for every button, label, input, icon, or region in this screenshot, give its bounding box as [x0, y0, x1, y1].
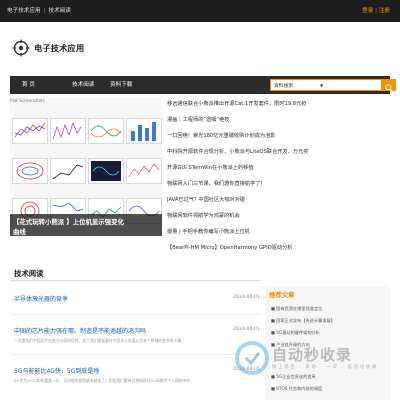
slide-caption-line2: 曲线: [13, 228, 26, 236]
login-link[interactable]: 登录: [362, 8, 373, 14]
plot-thumbnail: [88, 158, 124, 184]
section-divider: [10, 280, 260, 281]
recommend-item[interactable]: ■ 5G基站的硬件架构分析: [271, 330, 387, 336]
watermark: 自动秒收录 做上排名 · 来访 · 一次 · 自动化收录: [232, 338, 397, 378]
top-link-reading[interactable]: 技术阅读: [48, 8, 70, 14]
slide-caption[interactable]: 【花式玩转小熊派 】上位机显示强变化 曲线: [10, 214, 162, 236]
search-button[interactable]: [382, 79, 396, 92]
nav-item-home[interactable]: 首 页: [22, 76, 35, 94]
search-icon: [385, 84, 393, 92]
watermark-subtext: 做上排名 · 来访 · 一次 · 自动化收录: [272, 365, 378, 370]
article-title[interactable]: 5G与能能比4G快，5G到底是啥: [14, 366, 99, 375]
article-date: 2024-06-01: [233, 295, 260, 300]
watermark-text: 自动秒收录: [272, 346, 353, 364]
nav-item-reading[interactable]: 技术阅读: [72, 76, 94, 94]
search-input[interactable]: 资料搜索 ▼: [270, 79, 382, 91]
news-item[interactable]: 物联网软件领航学为鸿蒙的机会: [167, 212, 397, 219]
news-item[interactable]: JAVA已过气? 中国社区大咖对对碰: [167, 196, 397, 203]
recommend-item[interactable]: ■ RTOS 任务和内核的调度: [271, 386, 387, 392]
news-item[interactable]: 【BearPi-HM Micro】OpenHarmony GPIO驱动分析: [167, 244, 397, 251]
plot-thumbnail: [12, 158, 48, 184]
article-summary: 一文看我们中国芯片在能力方面的优势，这个我们需要看在中国本土发展以及各个领域的更…: [14, 338, 182, 343]
article-title[interactable]: 半导体激光器的竞争: [14, 294, 68, 303]
logo-icon: [12, 39, 30, 57]
article-item[interactable]: 5G与能能比4G快，5G到底是啥 2024-06-01 5G作为2020年的重要…: [14, 366, 260, 388]
register-link[interactable]: 注册: [379, 8, 390, 14]
article-item[interactable]: 半导体激光器的竞争 2024-06-01: [14, 294, 260, 308]
logo-text: 电子技术应用: [34, 43, 85, 53]
section-title: 技术阅读: [14, 269, 44, 278]
slide-caption-line1: 【花式玩转小熊派 】上位机显示强变化: [13, 218, 124, 226]
news-item[interactable]: 移远通信联合小熊派推出开源Cat.1开发套件，限时19.8元抢: [167, 100, 397, 107]
plot-thumbnail: [126, 158, 162, 184]
slide-header: Plot Screenshots: [10, 98, 45, 103]
featured-slider[interactable]: Plot Screenshots 【花式玩转小熊派 】上位机显示强变化 曲线: [10, 98, 162, 236]
plot-thumbnail: [50, 158, 86, 184]
news-item[interactable]: 漫画｜工程师的“遗嘱”绝技: [167, 116, 397, 123]
site-logo[interactable]: 电子技术应用: [12, 38, 84, 58]
news-item[interactable]: 摄量 | 手把手教你编写小熊派上位机: [167, 228, 397, 235]
plot-thumbnail: [88, 118, 124, 144]
top-bar: 电子技术应用 | 技术阅读 登录 | 注册: [0, 0, 400, 22]
news-item[interactable]: 一口回绝！索光180亿元重磅收购计划成为泡影: [167, 132, 397, 139]
top-link-home[interactable]: 电子技术应用: [7, 8, 41, 14]
top-links: 电子技术应用 | 技术阅读: [7, 6, 71, 14]
nav-item-downloads[interactable]: 资料下载: [110, 76, 132, 94]
news-item[interactable]: 中科院开源软件合规分析、小熊派与LiteOS联合开发、万元奖: [167, 148, 397, 155]
plot-thumbnail: [126, 118, 162, 144]
article-divider: [10, 314, 260, 315]
article-item[interactable]: 中国的芯片能力强在哪、制造是不能逾越的鸿沟吗 2024-06-01 一文看我们中…: [14, 326, 260, 348]
recommend-item[interactable]: ■ 国家正式发布【先进计算发展】: [271, 318, 387, 324]
search-select-label[interactable]: 资料搜索: [274, 82, 293, 89]
watermark-logo-icon: [235, 341, 269, 375]
top-link-divider: |: [43, 8, 46, 14]
chevron-down-icon: ▼: [320, 83, 324, 88]
plot-thumbnail: [50, 118, 86, 144]
article-title[interactable]: 中国的芯片能力强在哪、制造是不能逾越的鸿沟吗: [14, 326, 146, 335]
news-item[interactable]: 开源GUI STemWin在小熊派上的移植: [167, 164, 397, 171]
article-date: 2024-06-01: [233, 327, 260, 332]
plot-thumbnail: [12, 118, 48, 144]
auth-links: 登录 | 注册: [362, 6, 390, 14]
recommend-title: 推荐文章: [269, 291, 295, 299]
article-divider: [10, 354, 260, 355]
article-summary: 5G作为2020年的重要一环，无网络的变得越来越快了，相信我们都有过想网络在5G…: [14, 378, 191, 383]
news-item[interactable]: 物联网入门三节课，我们邀你直接偷学了！: [167, 180, 397, 187]
main-nav: 首 页 技术阅读 资料下载 资料搜索 ▼: [10, 76, 396, 94]
auth-divider: |: [375, 8, 378, 14]
recommend-item[interactable]: ■ 国有民营在哪里找准定位: [271, 306, 387, 312]
